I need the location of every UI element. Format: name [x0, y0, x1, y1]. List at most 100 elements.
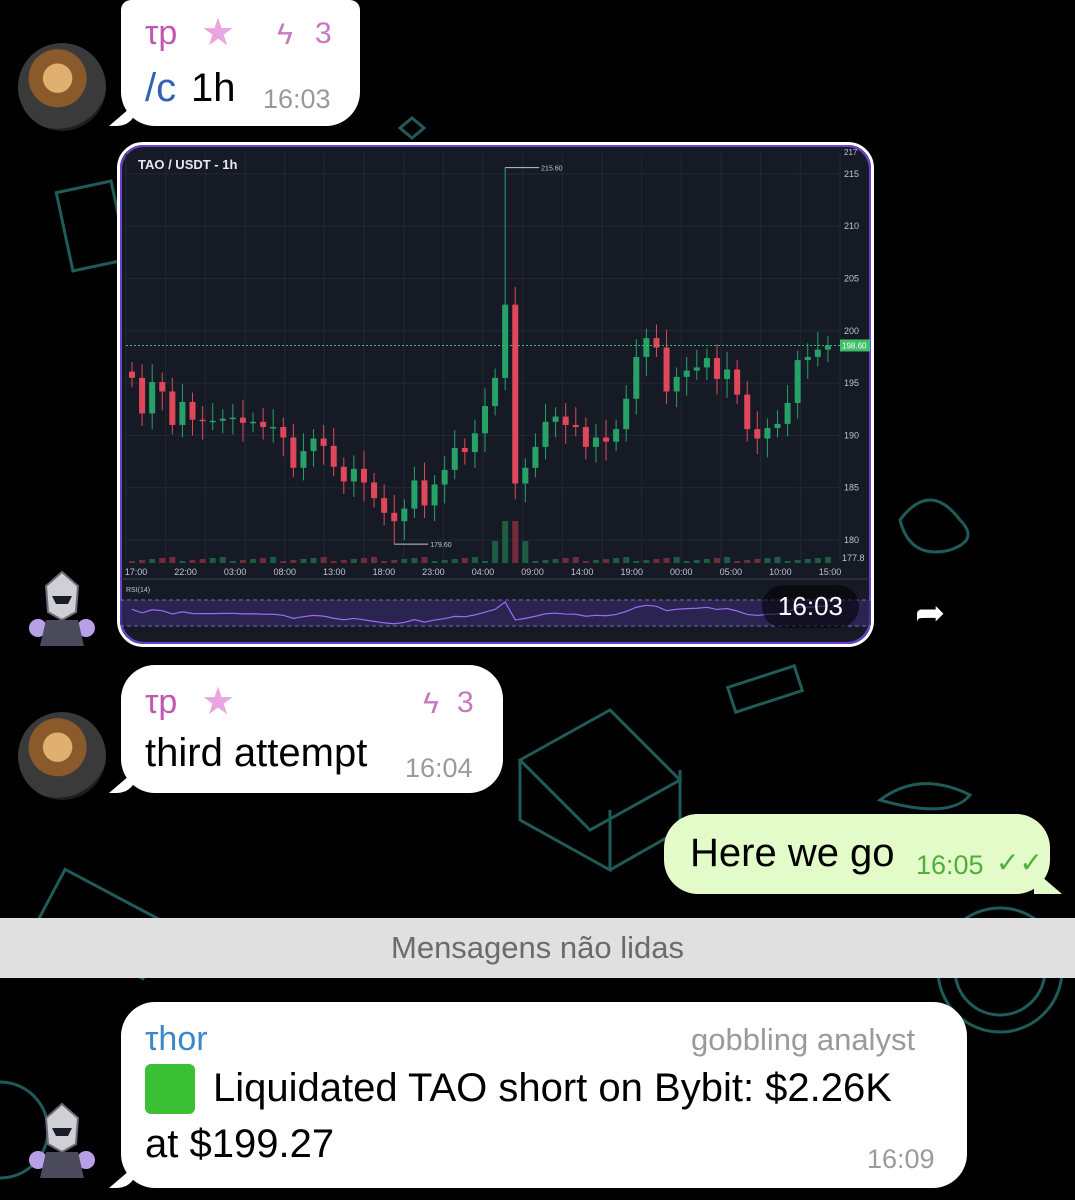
message-time: 16:04: [405, 753, 473, 783]
candle-body: [744, 394, 751, 430]
volume-bar: [532, 561, 539, 563]
volume-bar: [421, 557, 428, 563]
volume-bar: [391, 560, 398, 563]
x-tick-label: 18:00: [373, 567, 396, 577]
sender-name[interactable]: τhor: [145, 1020, 208, 1059]
volume-bar: [814, 558, 821, 563]
avatar-tp[interactable]: [18, 712, 106, 800]
candle-body: [209, 420, 216, 423]
x-tick-label: 17:00: [125, 567, 148, 577]
read-checkmarks-icon: ✓✓: [996, 847, 1043, 878]
volume-bar: [724, 557, 731, 563]
volume-bar: [300, 559, 307, 563]
volume-bar: [371, 557, 378, 563]
candle-body: [421, 480, 428, 506]
y-tick-label: 217: [844, 148, 858, 157]
candle-body: [219, 418, 226, 421]
volume-bar: [502, 521, 509, 563]
message-bubble-1[interactable]: τp ★ ϟ 3 /c 1h 16:03: [121, 0, 360, 126]
y-tick-label: 180: [844, 535, 859, 545]
x-tick-label: 00:00: [670, 567, 693, 577]
candle-body: [139, 377, 146, 414]
candle-body: [693, 367, 700, 371]
candle-body: [149, 382, 156, 414]
y-tick-label: 185: [844, 483, 859, 493]
volume-bar: [360, 558, 367, 563]
sender-name[interactable]: τp: [145, 14, 177, 53]
volume-bar: [199, 559, 206, 563]
message-bubble-5[interactable]: τhor gobbling analyst 🟩 Liquidated TAO s…: [121, 1002, 967, 1188]
candle-body: [754, 429, 761, 439]
candle-body: [673, 376, 680, 392]
message-time: 16:03: [263, 84, 331, 114]
message-time: 16:03: [761, 585, 859, 628]
candle-body: [441, 469, 448, 485]
volume-bar: [552, 559, 559, 563]
candle-body: [451, 447, 458, 470]
volume-bar: [542, 560, 549, 563]
volume-bar: [482, 561, 488, 563]
volume-bar: [179, 561, 186, 563]
candle-body: [663, 347, 670, 392]
volume-bar: [582, 561, 589, 563]
candle-body: [764, 428, 771, 439]
candle-body: [512, 304, 519, 484]
sender-role: gobbling analyst: [691, 1022, 916, 1057]
x-tick-label: 10:00: [769, 567, 792, 577]
boost-count: 3: [315, 17, 332, 50]
candle-body: [270, 427, 277, 429]
candle-body: [330, 445, 337, 467]
candle-body: [824, 345, 831, 350]
y-tick-label: 210: [844, 221, 859, 231]
volume-bar: [653, 559, 660, 563]
volume-bar: [219, 557, 226, 563]
candle-body: [794, 360, 801, 403]
last-price-label: 198.60: [842, 341, 867, 350]
outgoing-message-bubble[interactable]: Here we go 16:05 ✓✓: [664, 814, 1050, 894]
volume-bar: [169, 557, 176, 563]
unread-messages-divider: Mensagens não lidas: [0, 918, 1075, 978]
y-tick-label: 177.8: [842, 553, 865, 563]
message-bubble-3[interactable]: τp ★ ϟ 3 third attempt 16:04: [121, 665, 503, 793]
volume-bar: [209, 558, 216, 563]
message-text-line1: Liquidated TAO short on Bybit: $2.26K: [213, 1066, 892, 1110]
volume-bar: [320, 557, 327, 563]
volume-bar: [754, 559, 761, 563]
boost-icon: ϟ: [423, 687, 439, 720]
price-chart: 215 210 205 200 195 190 185 180 217 177.8 TAO / US…: [120, 148, 871, 627]
volume-bar: [592, 560, 599, 563]
candle-body: [552, 416, 559, 422]
avatar-robot[interactable]: [18, 566, 106, 654]
candle-body: [320, 438, 327, 446]
command-link[interactable]: /c: [145, 66, 176, 111]
message-time: 16:05: [916, 850, 984, 880]
candle-body: [360, 468, 367, 483]
candle-body: [582, 427, 589, 447]
candle-body: [492, 377, 499, 407]
volume-bar: [522, 541, 529, 563]
y-tick-label: 190: [844, 430, 859, 440]
candle-body: [229, 417, 236, 420]
volume-bar: [250, 559, 257, 563]
volume-bar: [461, 558, 468, 563]
x-tick-label: 14:00: [571, 567, 594, 577]
message-text-line2: at $199.27: [145, 1122, 335, 1166]
candle-body: [713, 358, 720, 379]
sender-name[interactable]: τp: [145, 683, 177, 722]
candle-body: [633, 356, 640, 399]
candle-body: [310, 438, 317, 452]
avatar-robot[interactable]: [18, 1098, 106, 1186]
green-square-icon: [145, 1064, 195, 1114]
candle-body: [724, 369, 731, 379]
volume-bar: [149, 559, 156, 563]
forward-icon[interactable]: ➦: [915, 592, 945, 634]
candle-body: [401, 508, 408, 522]
x-tick-label: 19:00: [620, 567, 643, 577]
chart-image[interactable]: 215 210 205 200 195 190 185 180 217 177.8 TAO / US…: [117, 142, 874, 647]
candle-body: [623, 398, 630, 430]
candle-body: [179, 401, 186, 425]
chart-title: TAO / USDT - 1h: [138, 157, 237, 172]
avatar-tp[interactable]: [18, 43, 106, 131]
high-label: 215.60: [541, 166, 563, 173]
x-tick-label: 04:00: [472, 567, 495, 577]
